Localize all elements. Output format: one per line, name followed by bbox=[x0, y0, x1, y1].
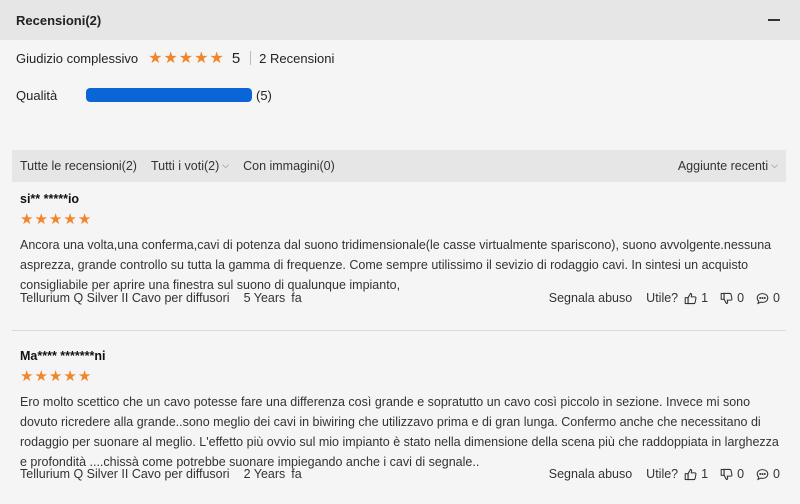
thumbs-up-icon bbox=[684, 468, 697, 480]
report-abuse-link[interactable]: Segnala abuso bbox=[549, 291, 632, 305]
like-count: 1 bbox=[701, 291, 709, 305]
useful-label: Utile? bbox=[646, 467, 679, 481]
review-product: Tellurium Q Silver II Cavo per diffusori bbox=[20, 291, 230, 305]
review-time: 5 Years bbox=[243, 291, 286, 305]
comment-count: 0 bbox=[773, 291, 780, 305]
star-icon: ★ bbox=[20, 367, 34, 385]
review-meta: Tellurium Q Silver II Cavo per diffusori… bbox=[20, 467, 780, 481]
star-icon: ★ bbox=[77, 367, 92, 385]
comment-icon bbox=[756, 292, 769, 304]
reviews-header[interactable]: Recensioni(2) bbox=[0, 0, 800, 40]
star-icon: ★ bbox=[63, 210, 77, 228]
quality-count: (5) bbox=[256, 87, 272, 103]
filter-all-votes-label: Tutti i voti(2) bbox=[150, 159, 220, 173]
review-text: Ero molto scettico che un cavo potesse f… bbox=[20, 395, 779, 469]
filter-with-images[interactable]: Con immagini(0) bbox=[243, 159, 335, 173]
quality-label: Qualità bbox=[16, 87, 58, 103]
overall-rating: Giudizio complessivo ★ ★ ★ ★ ★ 5 2 Recension… bbox=[16, 40, 784, 76]
comment-button[interactable]: 0 bbox=[756, 467, 780, 481]
review-item: si** *****io ★ ★ ★ ★ ★ Ancora una volta,una … bbox=[20, 192, 780, 295]
star-icon: ★ bbox=[20, 210, 34, 228]
thumbs-down-icon bbox=[720, 292, 733, 304]
quality-rating: Qualità (5) bbox=[16, 76, 784, 114]
filter-bar: Tutte le recensioni(2) Tutti i voti(2) ⌵ … bbox=[12, 150, 786, 182]
review-time-suffix: fa bbox=[291, 467, 302, 481]
like-count: 1 bbox=[701, 467, 709, 481]
filter-all-votes[interactable]: Tutti i voti(2) ⌵ bbox=[151, 159, 229, 173]
star-icon: ★ bbox=[77, 210, 92, 228]
review-text: Ancora una volta,una conferma,cavi di po… bbox=[20, 238, 772, 292]
review-time-suffix: fa bbox=[291, 291, 302, 305]
star-icon: ★ bbox=[63, 367, 77, 385]
dislike-button[interactable]: 0 bbox=[720, 467, 744, 481]
review-meta: Tellurium Q Silver II Cavo per diffusori… bbox=[20, 291, 780, 305]
thumbs-up-icon bbox=[684, 292, 697, 304]
filter-all-reviews[interactable]: Tutte le recensioni(2) bbox=[20, 159, 137, 173]
sort-label: Aggiunte recenti bbox=[677, 159, 769, 173]
review-actions: Segnala abuso Utile? 1 0 0 bbox=[549, 467, 780, 481]
review-product: Tellurium Q Silver II Cavo per diffusori bbox=[20, 467, 230, 481]
dislike-count: 0 bbox=[737, 291, 745, 305]
like-button[interactable]: 1 bbox=[684, 291, 708, 305]
reviews-count: 2 Recensioni bbox=[259, 50, 335, 66]
overall-score: 5 bbox=[231, 49, 241, 67]
dislike-count: 0 bbox=[737, 467, 745, 481]
report-abuse-link[interactable]: Segnala abuso bbox=[549, 467, 632, 481]
review-author: Ma**** *******ni bbox=[20, 349, 106, 363]
review-stars: ★ ★ ★ ★ ★ bbox=[20, 212, 91, 227]
minus-icon[interactable] bbox=[768, 14, 780, 26]
sort-dropdown[interactable]: Aggiunte recenti ⌵ bbox=[678, 159, 778, 173]
review-stars: ★ ★ ★ ★ ★ bbox=[20, 369, 91, 384]
overall-stars: ★ ★ ★ ★ ★ bbox=[148, 50, 224, 66]
review-time: 2 Years bbox=[243, 467, 286, 481]
dislike-button[interactable]: 0 bbox=[720, 291, 744, 305]
star-icon: ★ bbox=[48, 367, 63, 385]
star-icon: ★ bbox=[34, 210, 48, 228]
star-icon: ★ bbox=[209, 48, 224, 67]
review-author: si** *****io bbox=[20, 192, 80, 206]
rating-summary: Giudizio complessivo ★ ★ ★ ★ ★ 5 2 Recension… bbox=[0, 40, 800, 114]
quality-bar-fill bbox=[86, 88, 252, 102]
chevron-down-icon: ⌵ bbox=[222, 161, 230, 171]
star-icon: ★ bbox=[178, 48, 194, 67]
reviews-title: Recensioni(2) bbox=[16, 12, 102, 28]
useful-label: Utile? bbox=[646, 291, 679, 305]
star-icon: ★ bbox=[34, 367, 48, 385]
filter-with-images-label: Con immagini(0) bbox=[243, 159, 335, 173]
comment-icon bbox=[756, 468, 769, 480]
review-item: Ma**** *******ni ★ ★ ★ ★ ★ Ero molto scettic… bbox=[20, 349, 780, 472]
filter-all-reviews-label: Tutte le recensioni(2) bbox=[20, 159, 137, 173]
like-button[interactable]: 1 bbox=[684, 467, 708, 481]
comment-count: 0 bbox=[773, 467, 780, 481]
star-icon: ★ bbox=[48, 210, 63, 228]
quality-bar bbox=[86, 88, 252, 102]
divider bbox=[250, 51, 252, 65]
chevron-down-icon: ⌵ bbox=[771, 161, 778, 171]
star-icon: ★ bbox=[163, 48, 178, 67]
overall-label: Giudizio complessivo bbox=[16, 50, 139, 66]
review-divider bbox=[12, 330, 786, 331]
star-icon: ★ bbox=[194, 48, 209, 67]
thumbs-down-icon bbox=[720, 468, 733, 480]
comment-button[interactable]: 0 bbox=[756, 291, 780, 305]
star-icon: ★ bbox=[148, 48, 163, 67]
review-actions: Segnala abuso Utile? 1 0 0 bbox=[549, 291, 780, 305]
